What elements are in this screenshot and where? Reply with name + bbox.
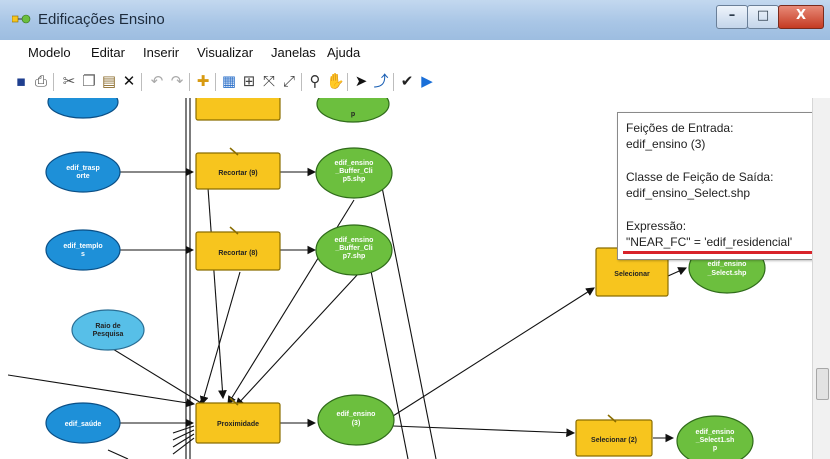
- tool-node-partial[interactable]: [195, 98, 281, 121]
- output-buffer-clip7-label-1: edif_ensino: [335, 237, 374, 244]
- input-edif-saude-label: edif_saúde: [65, 421, 102, 428]
- undo-icon[interactable]: ↶: [148, 72, 166, 90]
- model-builder-window: Edificações Ensino – □ X Modelo Editar I…: [0, 0, 830, 459]
- tool-recortar-9-label: Recortar (9): [218, 170, 257, 177]
- cut-icon[interactable]: ✂: [60, 72, 78, 90]
- pan-icon[interactable]: ✋: [326, 72, 345, 90]
- tooltip-expression-value: "NEAR_FC" = 'edif_residencial': [626, 235, 793, 249]
- menu-inserir[interactable]: Inserir: [143, 45, 179, 60]
- tooltip-input-value: edif_ensino (3): [626, 137, 706, 151]
- zoom-in-icon[interactable]: ⚲: [306, 72, 324, 90]
- tooltip-output-value: edif_ensino_Select.shp: [626, 186, 751, 200]
- toolbar: ▪ ⎙ ✂ ❐ ▤ ✕ ↶ ↷ ✚ ▦ ⊞ ⤧ ⤢ ⚲ ✋ ➤ ⤴ ✔ ▶: [8, 66, 830, 99]
- minimize-button[interactable]: –: [716, 5, 748, 29]
- zoom-extent-icon[interactable]: ⤧: [260, 72, 278, 90]
- vertical-scrollbar[interactable]: [812, 98, 830, 459]
- input-edif-templos[interactable]: edif_templo s: [45, 229, 121, 271]
- output-buffer-clip7[interactable]: edif_ensino _Buffer_Cli p7.shp: [315, 224, 393, 276]
- output-edif-ensino-select1-label-1: edif_ensino: [696, 429, 735, 436]
- tool-recortar-9[interactable]: Recortar (9): [195, 147, 281, 190]
- menu-editar[interactable]: Editar: [91, 45, 125, 60]
- run-icon[interactable]: ▶: [418, 72, 436, 90]
- menu-bar: Modelo Editar Inserir Visualizar Janelas…: [8, 40, 830, 66]
- menu-janelas[interactable]: Janelas: [271, 45, 316, 60]
- output-buffer-clip5-label-1: edif_ensino: [335, 160, 374, 167]
- output-edif-ensino-select1-label-2: _Select1.sh: [695, 437, 735, 444]
- toolbar-separator: [347, 73, 348, 91]
- output-edif-ensino-3-label-1: edif_ensino: [337, 411, 376, 418]
- input-edif-templos-label-2: s: [81, 251, 85, 258]
- input-edif-transporte-label-2: orte: [76, 173, 89, 180]
- tooltip-input-label: Feições de Entrada:: [626, 121, 734, 135]
- input-edif-saude[interactable]: edif_saúde: [45, 402, 121, 444]
- toolbar-separator: [141, 73, 142, 91]
- output-buffer-clip5-label-3: p5.shp: [343, 176, 366, 183]
- maximize-button[interactable]: □: [747, 5, 779, 29]
- output-edif-ensino-3-label-2: (3): [352, 420, 361, 427]
- tool-recortar-8[interactable]: Recortar (8): [195, 226, 281, 271]
- auto-layout-icon[interactable]: ▦: [220, 72, 238, 90]
- output-edif-ensino-select1-label-3: p: [713, 445, 717, 452]
- output-node-partial-label: p: [351, 111, 355, 118]
- delete-icon[interactable]: ✕: [120, 72, 138, 90]
- input-edif-templos-label-1: edif_templo: [63, 243, 102, 250]
- redo-icon[interactable]: ↷: [168, 72, 186, 90]
- window-title: Edificações Ensino: [38, 11, 165, 28]
- tool-selecionar-2-label: Selecionar (2): [591, 437, 637, 444]
- tool-tooltip: Feições de Entrada: edif_ensino (3) Clas…: [617, 112, 819, 260]
- menu-modelo[interactable]: Modelo: [28, 45, 71, 60]
- close-button[interactable]: X: [778, 5, 824, 29]
- title-bar: Edificações Ensino – □ X: [0, 0, 830, 40]
- output-edif-ensino-select-label-2: _Select.shp: [707, 270, 747, 277]
- tooltip-output-label: Classe de Feição de Saída:: [626, 170, 774, 184]
- copy-icon[interactable]: ❐: [80, 72, 98, 90]
- parameter-raio-pesquisa-label-2: Pesquisa: [93, 331, 124, 338]
- toolbar-separator: [301, 73, 302, 91]
- print-icon[interactable]: ⎙: [32, 72, 50, 90]
- toolbar-separator: [53, 73, 54, 91]
- tool-recortar-8-label: Recortar (8): [218, 250, 257, 257]
- zoom-fit-icon[interactable]: ⤢: [280, 72, 298, 90]
- output-edif-ensino-3[interactable]: edif_ensino (3): [317, 394, 395, 446]
- parameter-raio-pesquisa[interactable]: Raio de Pesquisa: [71, 309, 145, 351]
- add-data-icon[interactable]: ✚: [194, 72, 212, 90]
- output-buffer-clip5[interactable]: edif_ensino _Buffer_Cli p5.shp: [315, 147, 393, 199]
- toolbar-separator: [215, 73, 216, 91]
- toolbar-separator: [189, 73, 190, 91]
- tool-proximidade-label: Proximidade: [217, 421, 259, 428]
- tool-selecionar-label: Selecionar: [614, 271, 650, 278]
- input-node-partial[interactable]: [47, 98, 119, 119]
- tool-proximidade[interactable]: Proximidade: [195, 397, 281, 444]
- output-buffer-clip5-label-2: _Buffer_Cli: [334, 168, 372, 175]
- menu-visualizar[interactable]: Visualizar: [197, 45, 253, 60]
- input-edif-transporte-label-1: edif_trasp: [66, 165, 99, 172]
- tool-selecionar-2[interactable]: Selecionar (2): [575, 414, 653, 457]
- toolbar-separator: [393, 73, 394, 91]
- output-buffer-clip7-label-3: p7.shp: [343, 253, 366, 260]
- output-buffer-clip7-label-2: _Buffer_Cli: [334, 245, 372, 252]
- output-edif-ensino-select-label-1: edif_ensino: [708, 261, 747, 268]
- tooltip-expression-label: Expressão:: [626, 219, 687, 233]
- parameter-raio-pesquisa-label-1: Raio de: [95, 323, 120, 330]
- full-extent-icon[interactable]: ⊞: [240, 72, 258, 90]
- validate-icon[interactable]: ✔: [398, 72, 416, 90]
- paste-icon[interactable]: ▤: [100, 72, 118, 90]
- menu-ajuda[interactable]: Ajuda: [327, 45, 360, 60]
- output-node-partial[interactable]: [316, 98, 390, 123]
- input-edif-transporte[interactable]: edif_trasp orte: [45, 151, 121, 193]
- model-builder-app-icon: [12, 14, 31, 24]
- scrollbar-thumb[interactable]: [816, 368, 829, 400]
- select-icon[interactable]: ➤: [352, 72, 370, 90]
- output-edif-ensino-select1[interactable]: edif_ensino _Select1.sh p: [676, 415, 754, 459]
- expression-highlight-underline: [623, 251, 813, 254]
- save-icon[interactable]: ▪: [12, 72, 30, 90]
- connect-icon[interactable]: ⤴: [372, 72, 390, 90]
